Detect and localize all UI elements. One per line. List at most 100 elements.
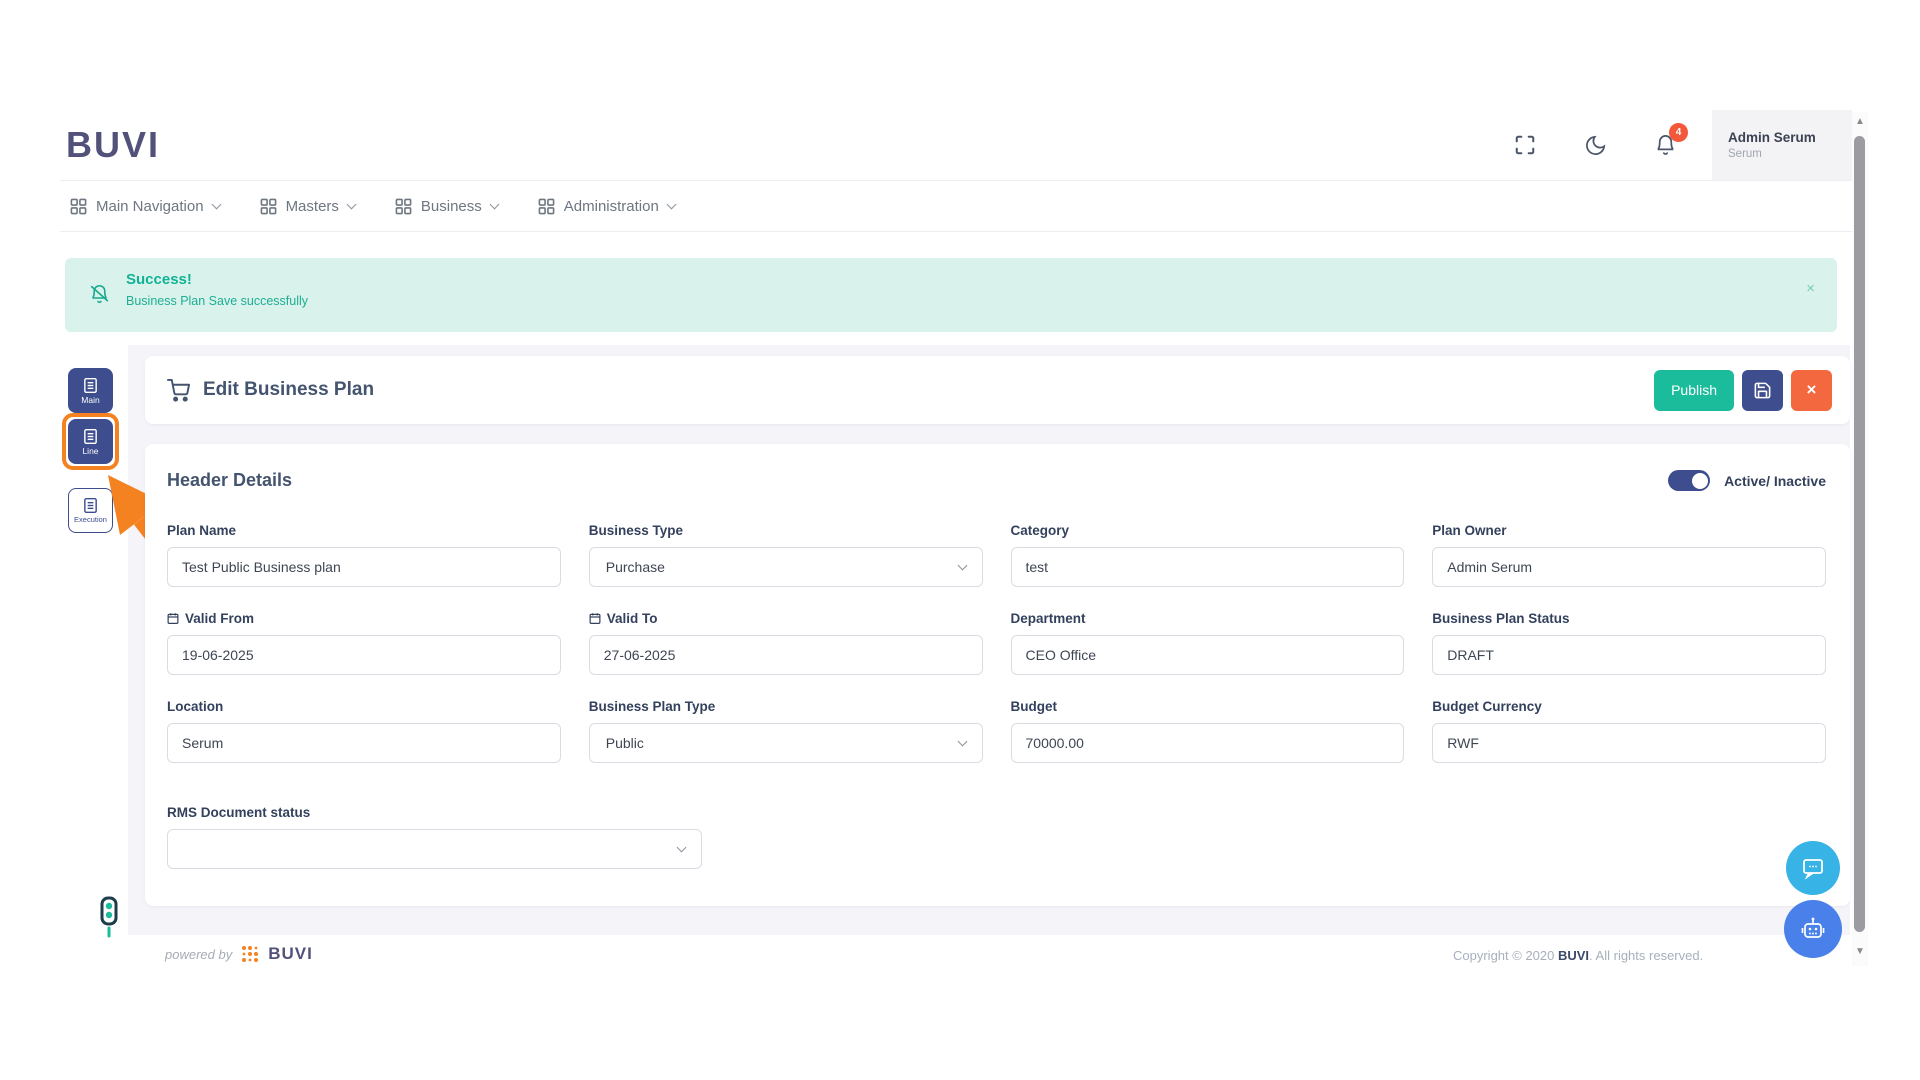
grid-icon — [260, 198, 277, 215]
field-business-plan-status: Business Plan Status — [1432, 611, 1826, 675]
nav-label: Masters — [286, 198, 339, 215]
footer-powered-by: powered by BUVI — [165, 944, 313, 964]
valid-from-input[interactable] — [167, 635, 561, 675]
fullscreen-icon[interactable] — [1512, 132, 1538, 158]
field-plan-name: Plan Name — [167, 523, 561, 587]
field-label: Valid From — [167, 611, 561, 626]
success-alert: Success! Business Plan Save successfully… — [65, 258, 1837, 332]
main-menu-bar: Main Navigation Masters Business Adminis… — [60, 180, 1852, 232]
user-subtitle: Serum — [1728, 148, 1852, 160]
user-name: Admin Serum — [1728, 130, 1852, 145]
field-budget: Budget — [1011, 699, 1405, 763]
copyright-suffix: . All rights reserved. — [1589, 948, 1703, 963]
budget-currency-input[interactable] — [1432, 723, 1826, 763]
save-button[interactable] — [1742, 370, 1783, 411]
field-label: Location — [167, 699, 561, 714]
active-inactive-toggle[interactable] — [1668, 470, 1710, 491]
scrollbar-up-arrow[interactable]: ▲ — [1852, 116, 1868, 127]
grid-icon — [538, 198, 555, 215]
grid-icon — [70, 198, 87, 215]
field-valid-from: Valid From — [167, 611, 561, 675]
field-label: Plan Name — [167, 523, 561, 538]
business-plan-status-input[interactable] — [1432, 635, 1826, 675]
notification-count-badge: 4 — [1669, 123, 1688, 142]
footer-brand: BUVI — [268, 944, 313, 964]
field-valid-to: Valid To — [589, 611, 983, 675]
powered-by-text: powered by — [165, 947, 232, 962]
chatbot-fab-button[interactable] — [1784, 900, 1842, 958]
field-rms-document-status: RMS Document status — [167, 805, 702, 869]
department-input[interactable] — [1011, 635, 1405, 675]
nav-item-masters[interactable]: Masters — [260, 198, 355, 215]
calendar-icon — [589, 612, 601, 625]
plan-owner-input[interactable] — [1432, 547, 1826, 587]
chevron-down-icon — [211, 200, 221, 210]
document-icon — [82, 497, 99, 514]
field-category: Category — [1011, 523, 1405, 587]
calendar-icon — [167, 612, 179, 625]
field-label: Budget — [1011, 699, 1405, 714]
field-label: RMS Document status — [167, 805, 702, 820]
notifications-bell-icon[interactable]: 4 — [1652, 132, 1678, 158]
document-icon — [82, 377, 99, 394]
alert-title: Success! — [126, 271, 308, 288]
publish-button[interactable]: Publish — [1654, 370, 1734, 411]
sidebar-item-label: Line — [82, 446, 98, 456]
chevron-down-icon — [666, 200, 676, 210]
header-details-card: Header Details Active/ Inactive Plan Nam… — [145, 444, 1850, 906]
robot-icon — [1799, 915, 1827, 943]
location-input[interactable] — [167, 723, 561, 763]
field-label: Business Plan Type — [589, 699, 983, 714]
close-button[interactable]: × — [1791, 370, 1832, 411]
field-business-plan-type: Business Plan Type Public — [589, 699, 983, 763]
field-label-text: Valid From — [185, 611, 254, 626]
business-type-select[interactable]: Purchase — [589, 547, 983, 587]
nav-item-administration[interactable]: Administration — [538, 198, 675, 215]
alert-close-icon[interactable]: × — [1806, 280, 1815, 332]
chevron-down-icon — [957, 561, 967, 571]
sidebar-item-execution[interactable]: Execution — [68, 488, 113, 533]
valid-to-input[interactable] — [589, 635, 983, 675]
sidebar-item-main[interactable]: Main — [68, 368, 113, 413]
business-plan-type-select[interactable]: Public — [589, 723, 983, 763]
nav-item-business[interactable]: Business — [395, 198, 498, 215]
copyright-brand: BUVI — [1558, 948, 1589, 963]
cart-icon — [167, 379, 190, 402]
field-label: Department — [1011, 611, 1405, 626]
field-plan-owner: Plan Owner — [1432, 523, 1826, 587]
field-label: Business Type — [589, 523, 983, 538]
toggle-label: Active/ Inactive — [1724, 473, 1826, 489]
field-budget-currency: Budget Currency — [1432, 699, 1826, 763]
budget-input[interactable] — [1011, 723, 1405, 763]
nav-item-main-navigation[interactable]: Main Navigation — [70, 198, 220, 215]
scrollbar-thumb[interactable] — [1854, 136, 1865, 932]
field-label: Business Plan Status — [1432, 611, 1826, 626]
dark-mode-moon-icon[interactable] — [1582, 132, 1608, 158]
sidebar-item-label: Execution — [74, 515, 107, 524]
copyright-prefix: Copyright © 2020 — [1453, 948, 1558, 963]
field-label: Plan Owner — [1432, 523, 1826, 538]
form-grid: Plan Name Business Type Purchase Categor… — [167, 523, 1826, 763]
field-business-type: Business Type Purchase — [589, 523, 983, 587]
chat-fab-button[interactable] — [1786, 841, 1840, 895]
chevron-down-icon — [957, 737, 967, 747]
chevron-down-icon — [346, 200, 356, 210]
field-label-text: Valid To — [607, 611, 658, 626]
rms-document-status-select[interactable] — [167, 829, 702, 869]
chat-bubble-icon — [1801, 856, 1825, 880]
scrollbar-down-arrow[interactable]: ▼ — [1852, 946, 1868, 957]
select-value: Public — [606, 735, 644, 751]
top-header: BUVI 4 Admin Serum Serum — [60, 110, 1852, 180]
plan-name-input[interactable] — [167, 547, 561, 587]
nav-label: Administration — [564, 198, 659, 215]
user-menu[interactable]: Admin Serum Serum — [1712, 110, 1852, 180]
chevron-down-icon — [677, 843, 687, 853]
field-label: Budget Currency — [1432, 699, 1826, 714]
field-location: Location — [167, 699, 561, 763]
nav-label: Main Navigation — [96, 198, 204, 215]
sidebar-item-line[interactable]: Line — [68, 419, 113, 464]
sidebar-item-label: Main — [81, 395, 99, 405]
category-input[interactable] — [1011, 547, 1405, 587]
grid-icon — [395, 198, 412, 215]
app-logo: BUVI — [60, 124, 160, 166]
